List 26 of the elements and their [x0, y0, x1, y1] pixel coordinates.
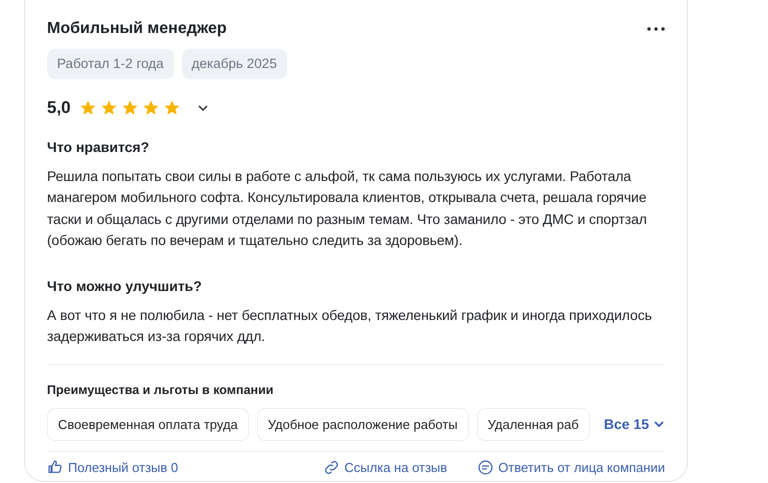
more-icon	[647, 26, 665, 31]
chevron-down-icon	[653, 420, 665, 428]
section-heading: Что можно улучшить?	[47, 276, 203, 296]
link-icon	[323, 459, 340, 476]
review-paragraph: А вот что я не полюбила - нет бесплатных обедов, тяжеленький график и иногда приходилось задерживаться из-за горячих ддл.	[47, 306, 653, 346]
speech-bubble-icon	[477, 459, 494, 476]
rating-value: 5,0	[47, 97, 71, 120]
show-all-button[interactable]: Все 15	[604, 414, 665, 435]
benefit-chip: Своевременная оплата труда	[47, 408, 249, 441]
star-icon	[78, 99, 97, 117]
action-link[interactable]: Полезный отзыв 0	[47, 458, 178, 478]
info-tag: Работал 1-2 года	[47, 49, 174, 80]
action-link[interactable]: Ответить от лица компании	[477, 458, 665, 478]
chevron-down-icon[interactable]	[196, 104, 209, 112]
star-icon	[120, 99, 139, 117]
action-link[interactable]: Ссылка на отзыв	[323, 458, 448, 478]
star-icon	[162, 99, 181, 117]
star-icon	[142, 99, 160, 117]
info-tag: декабрь 2025	[182, 49, 287, 80]
review-title: Мобильный менеджер	[47, 19, 227, 39]
star-icon	[100, 99, 118, 117]
benefits-heading: Преимущества и льготы в компании	[47, 382, 274, 399]
benefit-chip: Удобное расположение работы	[256, 408, 469, 441]
benefit-chip: Удаленная раб	[476, 408, 590, 441]
section-heading: Что нравится?	[47, 138, 150, 157]
review-paragraph: Решила попытать свои силы в работе с альфой, тк сама пользуюсь их услугами. Работала манагером мобильного софта. Консультировала клиентов, открывала счета, решала горячие таски и общалась с другими отделами по разным темам. Что заманило - это ДМС и спортзал (обожаю бегать по вечерам и тщательно следить за здоровьем).	[47, 166, 648, 250]
